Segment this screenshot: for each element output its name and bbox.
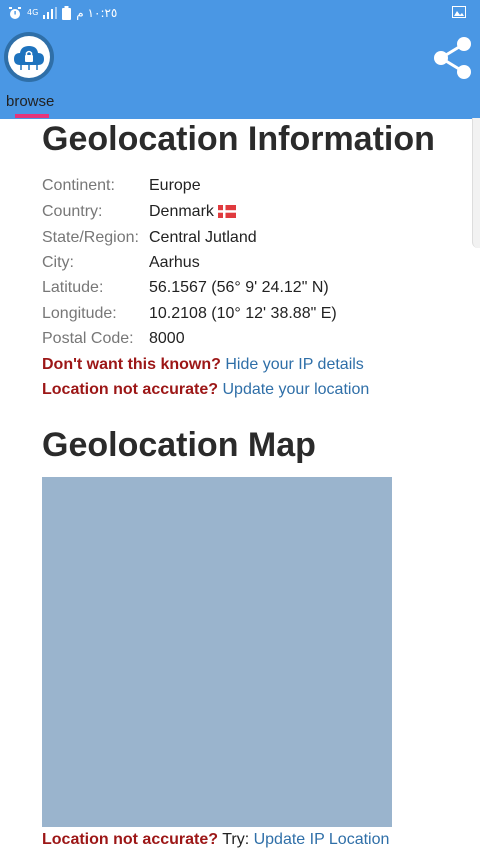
row-country: Country: Denmark — [42, 202, 236, 222]
update-location-row: Location not accurate? Update your locat… — [42, 380, 369, 400]
row-label: City: — [42, 254, 74, 271]
scroll-edge[interactable] — [472, 118, 480, 248]
image-icon — [452, 6, 466, 18]
update-prompt: Location not accurate? — [42, 381, 219, 398]
row-label: Longitude: — [42, 305, 117, 322]
alarm-icon — [9, 7, 21, 19]
row-region: State/Region: Central Jutland — [42, 228, 257, 248]
row-value: Aarhus — [149, 254, 200, 271]
logo-badge — [8, 36, 50, 78]
tab-browse[interactable]: browse — [0, 89, 64, 119]
app-logo[interactable] — [4, 32, 54, 82]
row-value: Europe — [149, 177, 201, 194]
map-footer-prompt: Location not accurate? — [42, 831, 219, 848]
update-location-link[interactable]: Update your location — [222, 381, 369, 398]
app-bar: browse — [0, 27, 480, 119]
row-label: Postal Code: — [42, 330, 134, 347]
row-label: State/Region: — [42, 229, 139, 246]
info-title: Geolocation Information — [42, 120, 435, 158]
row-label: Country: — [42, 203, 103, 220]
row-value: Denmark — [149, 203, 214, 220]
row-value: 8000 — [149, 330, 185, 347]
row-city: City: Aarhus — [42, 253, 200, 273]
row-longitude: Longitude: 10.2108 (10° 12' 38.88" E) — [42, 304, 337, 324]
tab-browse-label: browse — [6, 93, 55, 110]
status-right — [452, 6, 466, 21]
status-bar: 4G ١٠:٢٥ م — [0, 0, 480, 27]
map-footer-try: Try: — [222, 831, 250, 848]
hide-prompt: Don't want this known? — [42, 356, 221, 373]
row-value: 10.2108 (10° 12' 38.88" E) — [149, 305, 337, 322]
signal-icon — [43, 7, 58, 19]
network-type: 4G — [27, 8, 39, 17]
row-value: Central Jutland — [149, 229, 257, 246]
map-footer-row: Location not accurate? Try: Update IP Lo… — [42, 830, 389, 850]
denmark-flag-icon — [217, 205, 236, 219]
status-left: 4G ١٠:٢٥ م — [8, 6, 117, 20]
share-icon — [434, 37, 471, 79]
row-value: 56.1567 (56° 9' 24.12" N) — [149, 279, 329, 296]
clock: ١٠:٢٥ م — [76, 6, 118, 20]
battery-icon — [62, 6, 72, 20]
row-label: Latitude: — [42, 279, 104, 296]
cloud-lock-icon — [14, 46, 44, 70]
map-title: Geolocation Map — [42, 426, 316, 464]
tab-indicator — [15, 114, 49, 118]
geolocation-map[interactable] — [42, 477, 392, 827]
hide-ip-link[interactable]: Hide your IP details — [225, 356, 363, 373]
share-button[interactable] — [430, 35, 474, 81]
row-continent: Continent: Europe — [42, 176, 201, 196]
update-ip-location-link[interactable]: Update IP Location — [254, 831, 390, 848]
row-label: Continent: — [42, 177, 115, 194]
hide-ip-row: Don't want this known? Hide your IP deta… — [42, 355, 364, 375]
row-postal-code: Postal Code: 8000 — [42, 329, 185, 349]
row-latitude: Latitude: 56.1567 (56° 9' 24.12" N) — [42, 278, 329, 298]
